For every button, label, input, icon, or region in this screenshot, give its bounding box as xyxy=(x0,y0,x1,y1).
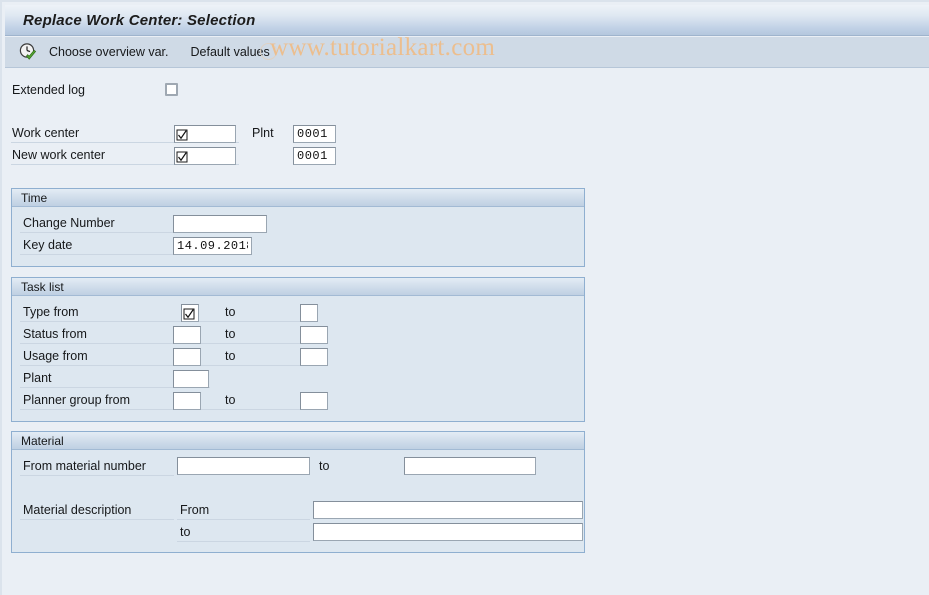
new-work-center-plant-input[interactable] xyxy=(293,147,336,165)
change-number-input[interactable] xyxy=(173,215,267,233)
from-material-number-input[interactable] xyxy=(177,457,310,475)
change-number-label: Change Number xyxy=(23,216,115,230)
material-description-label: Material description xyxy=(23,503,132,517)
selection-screen-canvas: Extended log Work center Plnt New work c… xyxy=(5,69,929,595)
planner-group-to-input[interactable] xyxy=(300,392,328,410)
planner-group-to-label: to xyxy=(225,393,236,407)
default-values-button[interactable]: Default values xyxy=(191,45,270,59)
row-separator xyxy=(20,409,310,410)
planner-group-from-label: Planner group from xyxy=(23,393,131,407)
type-from-input-wrapper[interactable] xyxy=(181,304,199,322)
from-material-number-label: From material number xyxy=(23,459,146,473)
task-plant-label: Plant xyxy=(23,371,52,385)
type-from-label: Type from xyxy=(23,305,79,319)
row-separator xyxy=(20,343,310,344)
page-title: Replace Work Center: Selection xyxy=(23,11,256,29)
status-from-input[interactable] xyxy=(173,326,201,344)
usage-from-input[interactable] xyxy=(173,348,201,366)
row-separator xyxy=(177,519,310,520)
usage-to-label: to xyxy=(225,349,236,363)
task-plant-input[interactable] xyxy=(173,370,209,388)
key-date-label: Key date xyxy=(23,238,73,252)
material-group: Material From material number to Materia… xyxy=(11,431,585,553)
to-material-number-input[interactable] xyxy=(404,457,536,475)
status-from-label: Status from xyxy=(23,327,87,341)
application-toolbar: Choose overview var. Default values xyxy=(5,37,929,68)
checkbox-check-icon xyxy=(183,307,195,320)
status-to-input[interactable] xyxy=(300,326,328,344)
material-description-from-input[interactable] xyxy=(313,501,583,519)
window-title-bar: Replace Work Center: Selection xyxy=(5,5,929,36)
material-description-to-label: to xyxy=(180,525,191,539)
row-separator xyxy=(20,321,310,322)
new-work-center-input[interactable] xyxy=(188,148,235,164)
work-center-input[interactable] xyxy=(188,126,235,142)
task-list-group: Task list Type from to Status from to Us… xyxy=(11,277,585,422)
material-number-to-label: to xyxy=(319,459,330,473)
usage-to-input[interactable] xyxy=(300,348,328,366)
status-to-label: to xyxy=(225,327,236,341)
type-to-input[interactable] xyxy=(300,304,318,322)
row-separator xyxy=(20,365,310,366)
time-group-title: Time xyxy=(12,189,584,207)
new-work-center-label: New work center xyxy=(12,148,106,162)
row-separator xyxy=(20,519,174,520)
row-separator xyxy=(20,475,174,476)
material-description-to-input[interactable] xyxy=(313,523,583,541)
work-center-input-wrapper[interactable] xyxy=(174,125,236,143)
material-group-title: Material xyxy=(12,432,584,450)
work-center-plant-input[interactable] xyxy=(293,125,336,143)
task-list-group-title: Task list xyxy=(12,278,584,296)
choose-overview-var-button[interactable]: Choose overview var. xyxy=(49,45,169,59)
clock-check-icon[interactable] xyxy=(17,41,39,63)
planner-group-from-input[interactable] xyxy=(173,392,201,410)
row-separator xyxy=(177,541,310,542)
extended-log-checkbox[interactable] xyxy=(165,83,178,96)
extended-log-label: Extended log xyxy=(12,83,85,97)
key-date-input[interactable] xyxy=(173,237,252,255)
time-group: Time Change Number Key date xyxy=(11,188,585,267)
work-center-label: Work center xyxy=(12,126,80,140)
checkbox-check-icon xyxy=(176,128,188,141)
usage-from-label: Usage from xyxy=(23,349,88,363)
type-to-label: to xyxy=(225,305,236,319)
sap-window: Replace Work Center: Selection Choose ov… xyxy=(0,0,929,595)
material-description-from-label: From xyxy=(180,503,210,517)
plant-label: Plnt xyxy=(252,126,274,140)
checkbox-check-icon xyxy=(176,150,188,163)
new-work-center-input-wrapper[interactable] xyxy=(174,147,236,165)
